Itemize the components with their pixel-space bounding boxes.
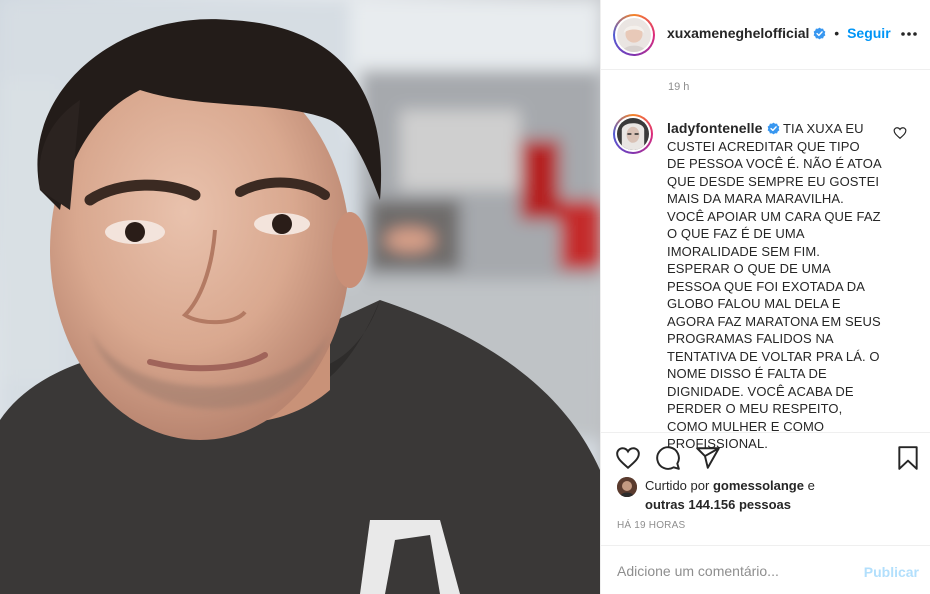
comment-like-heart-icon[interactable] [893,126,907,140]
comment-text: TIA XUXA EU CUSTEI ACREDITAR QUE TIPO DE… [667,121,882,451]
post-photo-illustration [0,0,600,594]
separator-dot: • [834,25,840,41]
add-comment-section: Publicar [601,545,930,594]
likes-count-link[interactable]: outras 144.156 pessoas [645,497,791,512]
author-username[interactable]: xuxameneghelofficial [667,25,809,41]
heart-icon[interactable] [615,445,641,471]
post-header: xuxameneghelofficial • Seguir [601,0,930,70]
bookmark-icon[interactable] [895,445,921,471]
verified-badge-icon [767,122,779,135]
follow-button[interactable]: Seguir [847,25,891,41]
post-date[interactable]: HÁ 19 HORAS [617,520,685,531]
comment-icon[interactable] [655,445,681,471]
first-liker-username[interactable]: gomessolange [713,478,804,493]
post-actions-bar [601,432,930,480]
likes-prefix: Curtido por [645,478,710,493]
likes-conjunction: e [807,478,815,493]
verified-badge-icon [814,27,826,40]
commenter-avatar[interactable] [613,114,653,154]
share-icon[interactable] [695,445,721,471]
post-time-ago: 19 h [668,81,690,93]
post-image[interactable] [0,0,600,594]
author-avatar-image [617,18,651,52]
commenter-avatar-image [617,118,649,150]
more-options-icon[interactable] [899,24,919,44]
comment-input[interactable] [617,560,857,582]
post-sidebar: xuxameneghelofficial • Seguir 19 h ladyf… [600,0,930,594]
comment-body: ladyfontenelle TIA XUXA EU CUSTEI ACREDI… [667,120,881,453]
commenter-username[interactable]: ladyfontenelle [667,120,763,136]
liker-avatar-image [617,477,637,497]
liker-avatar[interactable] [617,477,637,497]
publish-button[interactable]: Publicar [864,564,919,580]
author-avatar[interactable] [613,14,655,56]
